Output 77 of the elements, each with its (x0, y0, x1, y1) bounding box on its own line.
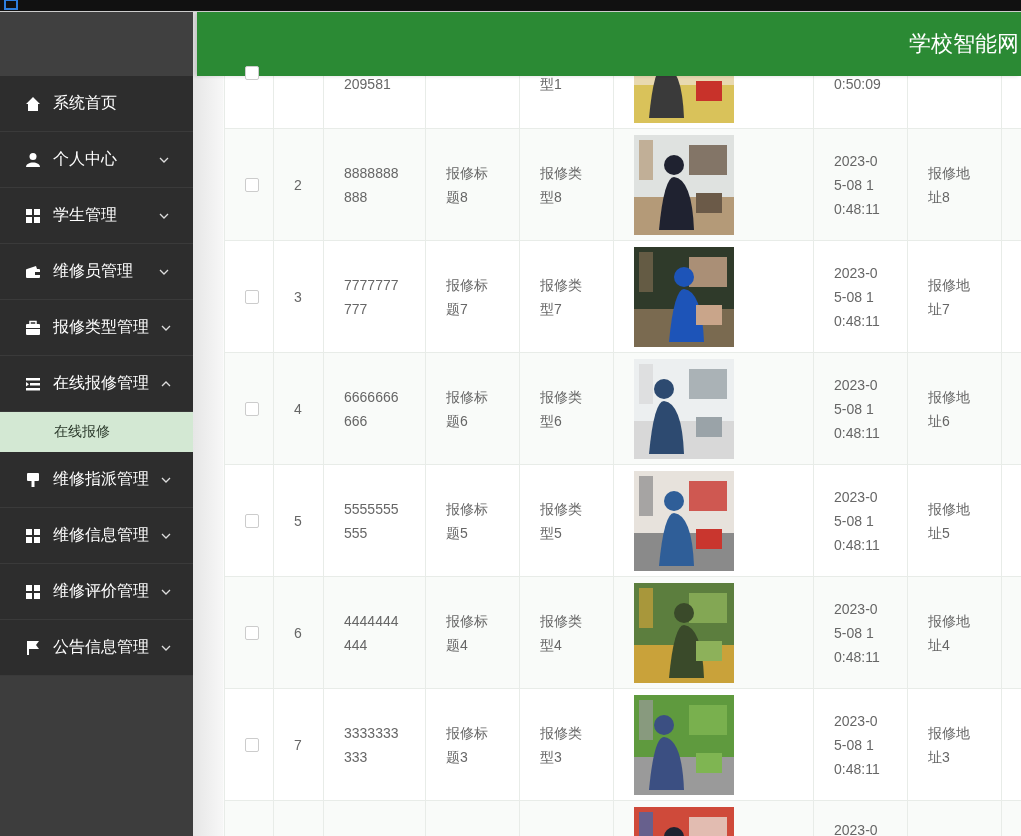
submit-time: 2023-05-08 10:48:11 (834, 375, 881, 443)
grid-icon (25, 207, 41, 224)
account-text: 7777777777 (344, 275, 400, 319)
grid-icon (25, 527, 41, 544)
person-icon (25, 151, 41, 168)
row-checkbox[interactable] (245, 177, 259, 192)
row-number: 4 (294, 399, 302, 419)
submit-time: 0:50:09 (834, 75, 881, 94)
repair-type: 报修类型5 (540, 499, 583, 543)
row-checkbox[interactable] (245, 289, 259, 304)
system-title: 学校智能网 (909, 30, 1019, 58)
repair-type: 报修类型7 (540, 275, 583, 319)
row-checkbox[interactable] (245, 513, 259, 528)
chevron-down-icon (159, 268, 169, 275)
row-number: 5 (294, 511, 302, 531)
menu-item[interactable]: 报修类型管理 (0, 300, 193, 356)
repair-title: 报修标题6 (446, 387, 489, 431)
row-number: 6 (294, 623, 302, 643)
chevron-down-icon (161, 532, 171, 539)
chevron-down-icon (161, 588, 171, 595)
menu-item[interactable]: 维修员管理 (0, 244, 193, 300)
chevron-down-icon (159, 156, 169, 163)
account-text: 4444444444 (344, 611, 400, 655)
chevron-down-icon (161, 476, 171, 483)
submit-time: 2023-05-08 10:48:11 (834, 151, 881, 219)
repair-title: 报修标题3 (446, 723, 489, 767)
home-icon (25, 95, 41, 112)
repair-title: 报修标题4 (446, 611, 489, 655)
menu-item[interactable]: 个人中心 (0, 132, 193, 188)
repair-type: 报修类型3 (540, 723, 583, 767)
briefcase-icon (25, 319, 41, 336)
repair-type: 报修类型8 (540, 163, 583, 207)
repair-address: 报修地址3 (928, 723, 971, 767)
menu-item[interactable]: 在线报修管理 (0, 356, 193, 412)
account-text: 209581 (344, 75, 392, 94)
account-text: 8888888888 (344, 163, 400, 207)
submit-time: 2023-05-08 10:48:11 (834, 711, 881, 779)
row-number: 7 (294, 735, 302, 755)
grid-icon (25, 583, 41, 600)
repair-address: 报修地址8 (928, 163, 971, 207)
submenu-item[interactable]: 在线报修 (0, 412, 193, 452)
row-checkbox[interactable] (245, 625, 259, 640)
chevron-down-icon (161, 324, 171, 331)
account-text: 6666666666 (344, 387, 400, 431)
flag-icon (25, 639, 41, 656)
submit-time: 2023-0 (834, 821, 879, 836)
window-icon (4, 0, 18, 10)
repair-address: 报修地址6 (928, 387, 971, 431)
menu-item[interactable]: 公告信息管理 (0, 620, 193, 676)
repair-address: 报修地址5 (928, 499, 971, 543)
repair-title: 报修标题5 (446, 499, 489, 543)
repair-address: 报修地址4 (928, 611, 971, 655)
row-number: 2 (294, 175, 302, 195)
chevron-down-icon (159, 212, 169, 219)
menu-item[interactable]: 维修指派管理 (0, 452, 193, 508)
menu-item[interactable]: 维修信息管理 (0, 508, 193, 564)
list-icon (25, 375, 41, 392)
repair-title: 报修标题8 (446, 163, 489, 207)
menu-item[interactable]: 学生管理 (0, 188, 193, 244)
wallet-icon (25, 263, 41, 280)
repair-type: 型1 (540, 75, 563, 94)
repair-type: 报修类型6 (540, 387, 583, 431)
menu-item[interactable]: 系统首页 (0, 76, 193, 132)
account-text: 3333333333 (344, 723, 400, 767)
menu-item[interactable]: 维修评价管理 (0, 564, 193, 620)
submit-time: 2023-05-08 10:48:11 (834, 487, 881, 555)
repair-type: 报修类型4 (540, 611, 583, 655)
chevron-up-icon (161, 380, 171, 387)
chevron-down-icon (161, 644, 171, 651)
submit-time: 2023-05-08 10:48:11 (834, 263, 881, 331)
row-checkbox[interactable] (245, 401, 259, 416)
row-number: 3 (294, 287, 302, 307)
repair-address: 报修地址7 (928, 275, 971, 319)
repair-title: 报修标题7 (446, 275, 489, 319)
account-text: 5555555555 (344, 499, 400, 543)
row-checkbox[interactable] (245, 737, 259, 752)
submit-time: 2023-05-08 10:48:11 (834, 599, 881, 667)
